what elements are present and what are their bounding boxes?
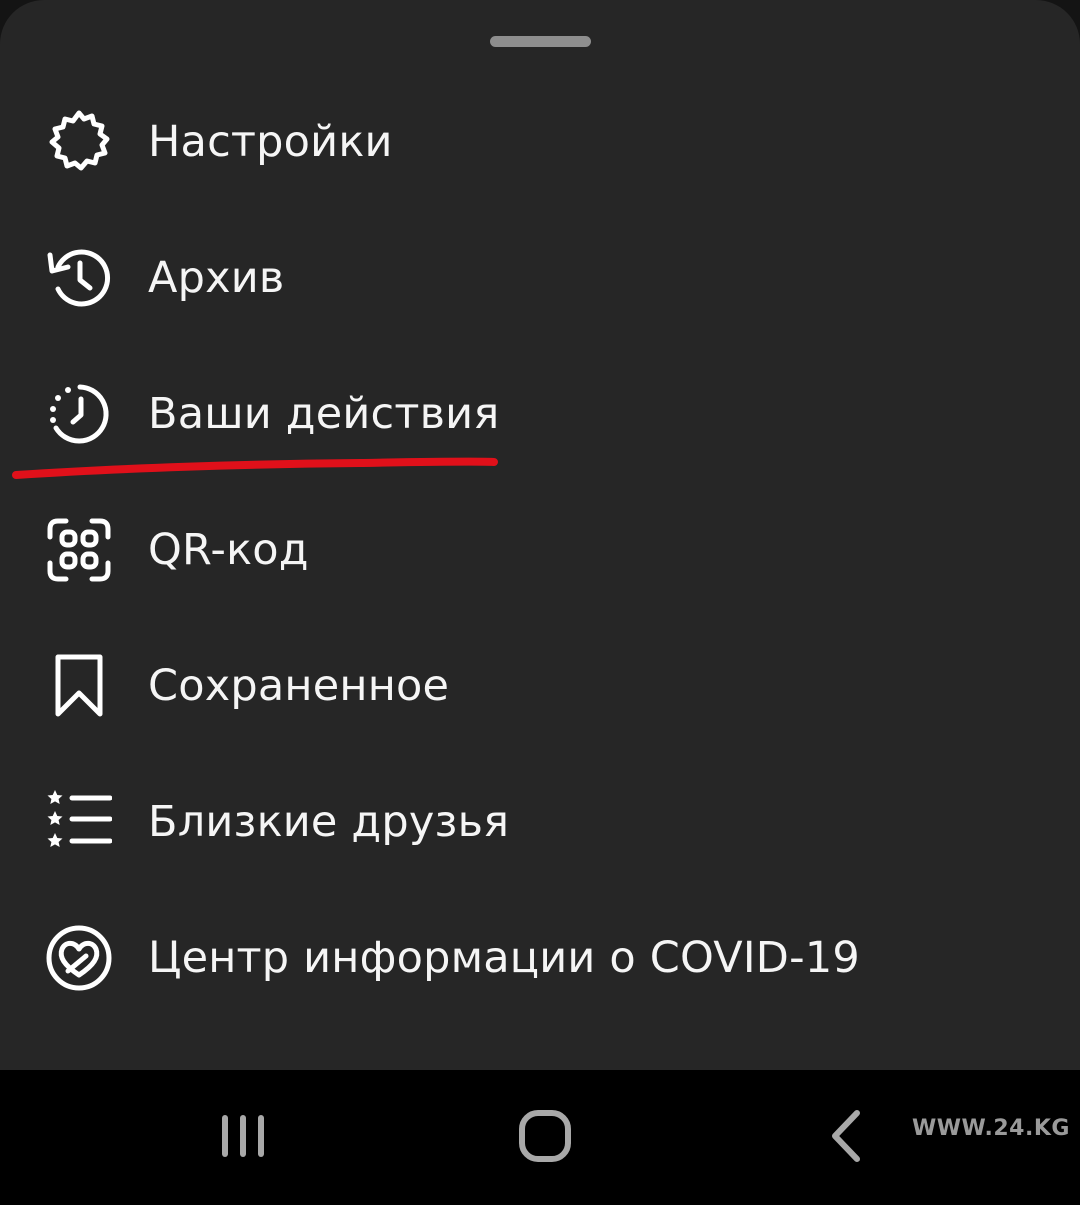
- back-button[interactable]: [812, 1070, 882, 1205]
- home-icon: [518, 1109, 572, 1167]
- home-button[interactable]: [500, 1070, 590, 1205]
- archive-history-icon: [44, 246, 114, 310]
- menu-item-settings[interactable]: Настройки: [0, 74, 1080, 210]
- menu-item-label: Настройки: [148, 117, 393, 167]
- menu-item-label: Архив: [148, 253, 285, 303]
- watermark: WWW.24.KG: [912, 1116, 1070, 1141]
- menu-item-label: Центр информации о COVID-19: [148, 933, 860, 983]
- bottom-sheet-menu: Настройки Архив Ваши действия QR-код Сох…: [0, 0, 1080, 1070]
- menu-item-label: QR-код: [148, 525, 309, 575]
- menu-item-qr-code[interactable]: QR-код: [0, 482, 1080, 618]
- red-underline-annotation: [12, 457, 498, 479]
- bookmark-icon: [44, 654, 114, 718]
- menu-item-archive[interactable]: Архив: [0, 210, 1080, 346]
- covid-info-heart-icon: [44, 925, 114, 991]
- menu-item-close-friends[interactable]: Близкие друзья: [0, 754, 1080, 890]
- recent-apps-icon: [218, 1111, 268, 1165]
- menu-item-label: Близкие друзья: [148, 797, 510, 847]
- drag-handle[interactable]: [490, 36, 591, 47]
- menu-item-covid-info[interactable]: Центр информации о COVID-19: [0, 890, 1080, 1026]
- close-friends-icon: [44, 790, 114, 854]
- your-activity-icon: [44, 382, 114, 446]
- qr-code-icon: [44, 518, 114, 582]
- menu-item-label: Сохраненное: [148, 661, 450, 711]
- gear-icon: [44, 110, 114, 174]
- back-icon: [827, 1109, 867, 1167]
- menu-list: Настройки Архив Ваши действия QR-код Сох…: [0, 74, 1080, 1026]
- recent-apps-button[interactable]: [200, 1070, 286, 1205]
- menu-item-saved[interactable]: Сохраненное: [0, 618, 1080, 754]
